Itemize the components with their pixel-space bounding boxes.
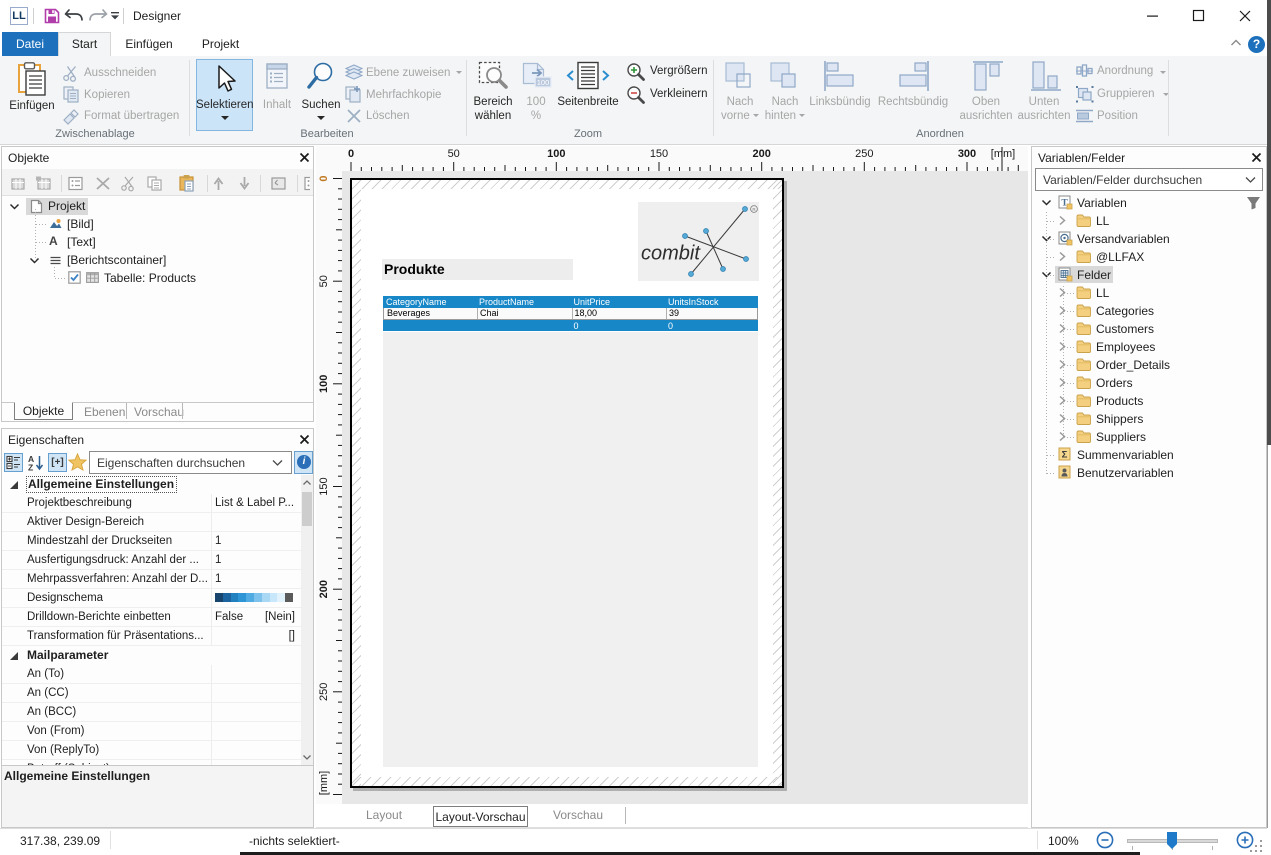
svg-text:250: 250 xyxy=(318,683,330,701)
svg-text:Z: Z xyxy=(28,463,33,473)
svg-text:150: 150 xyxy=(318,477,330,495)
svg-text:combit: combit xyxy=(641,243,701,265)
svg-text:200: 200 xyxy=(753,148,771,160)
svg-text:100: 100 xyxy=(537,78,550,87)
svg-text:150: 150 xyxy=(650,148,668,160)
svg-text:100: 100 xyxy=(318,375,330,393)
svg-text:0: 0 xyxy=(348,148,354,160)
svg-text:[mm]: [mm] xyxy=(318,771,330,795)
svg-text:250: 250 xyxy=(855,148,873,160)
svg-text:50: 50 xyxy=(318,275,330,287)
svg-text:[mm]: [mm] xyxy=(991,148,1015,160)
svg-text:100: 100 xyxy=(547,148,565,160)
svg-text:200: 200 xyxy=(318,580,330,598)
svg-text:300: 300 xyxy=(958,148,976,160)
svg-text:Σ: Σ xyxy=(1062,450,1068,461)
svg-text:0: 0 xyxy=(318,175,330,181)
svg-text:50: 50 xyxy=(448,148,460,160)
